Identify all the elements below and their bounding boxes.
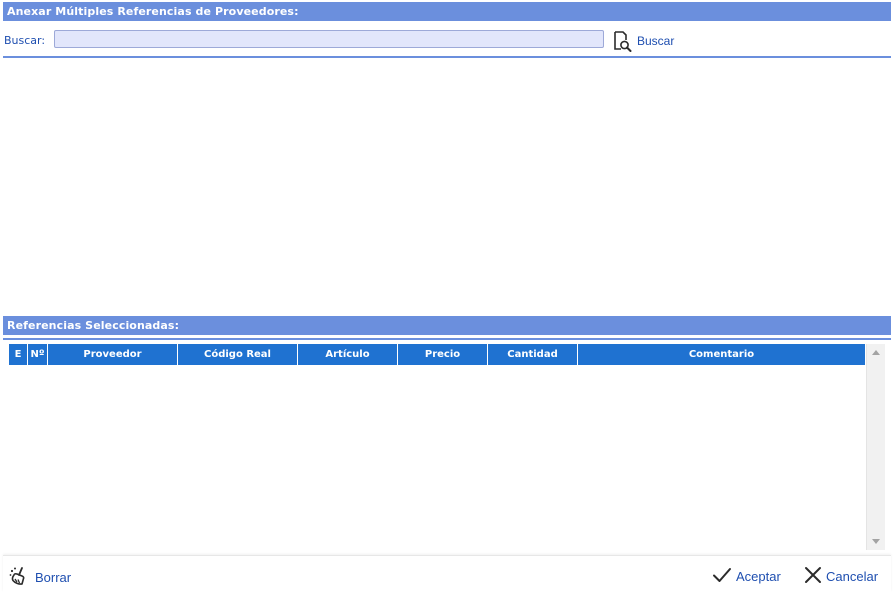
borrar-button[interactable]: Borrar	[9, 566, 71, 589]
scroll-up-icon[interactable]	[872, 350, 880, 355]
grid-scrollbar[interactable]	[866, 344, 885, 550]
column-header-codigo-real[interactable]: Código Real	[178, 344, 298, 365]
grid-header: E Nº Proveedor Código Real Artículo Prec…	[9, 344, 865, 365]
search-label: Buscar:	[4, 34, 46, 47]
column-header-e[interactable]: E	[9, 344, 28, 365]
search-button-label: Buscar	[637, 34, 675, 48]
column-header-precio[interactable]: Precio	[398, 344, 488, 365]
cancelar-button[interactable]: Cancelar	[804, 566, 878, 587]
checkmark-icon	[712, 566, 732, 587]
divider	[3, 56, 891, 58]
aceptar-label: Aceptar	[736, 569, 781, 584]
section-header-anexar: Anexar Múltiples Referencias de Proveedo…	[3, 2, 891, 21]
column-header-cantidad[interactable]: Cantidad	[488, 344, 578, 365]
borrar-label: Borrar	[35, 570, 72, 585]
divider	[3, 338, 891, 340]
section-header-selected: Referencias Seleccionadas:	[3, 316, 891, 335]
column-header-comentario[interactable]: Comentario	[578, 344, 865, 365]
cancelar-label: Cancelar	[826, 569, 879, 584]
aceptar-button[interactable]: Aceptar	[712, 566, 781, 587]
section-title: Anexar Múltiples Referencias de Proveedo…	[7, 5, 299, 18]
close-icon	[804, 566, 822, 587]
footer-toolbar: Borrar Aceptar Cancelar	[3, 555, 891, 592]
magnifier-document-icon	[611, 30, 633, 52]
section-title: Referencias Seleccionadas:	[7, 319, 180, 332]
broom-icon	[9, 566, 31, 589]
search-button[interactable]: Buscar	[611, 30, 674, 52]
search-row: Buscar: Buscar	[3, 30, 891, 52]
column-header-articulo[interactable]: Artículo	[298, 344, 398, 365]
column-header-numero[interactable]: Nº	[28, 344, 48, 365]
search-input[interactable]	[54, 30, 604, 48]
selected-references-grid: E Nº Proveedor Código Real Artículo Prec…	[9, 344, 885, 550]
scroll-down-icon[interactable]	[872, 539, 880, 544]
column-header-proveedor[interactable]: Proveedor	[48, 344, 178, 365]
